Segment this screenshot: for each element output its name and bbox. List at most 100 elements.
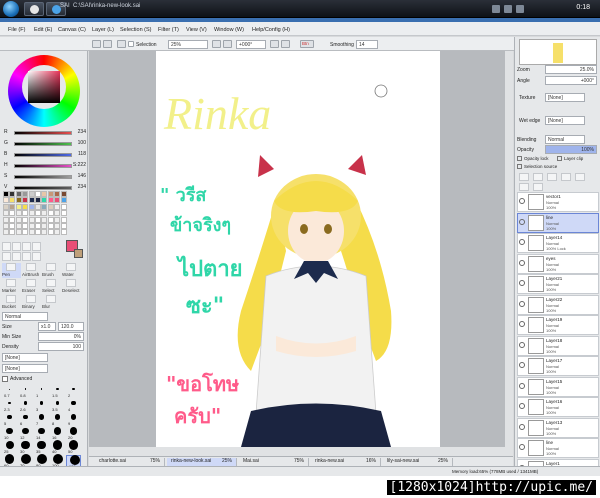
tool-blur[interactable]: Blur (42, 295, 61, 310)
layer-row[interactable]: Layer13 Normal 100% (517, 417, 599, 438)
layer-visibility-icon[interactable] (519, 403, 525, 409)
color-swatch[interactable] (9, 216, 16, 223)
zoom-in-button[interactable] (223, 40, 232, 48)
color-sv-square[interactable] (28, 71, 60, 103)
color-swatch[interactable] (3, 229, 9, 236)
color-swatch[interactable] (41, 229, 48, 236)
color-swatch[interactable] (9, 203, 16, 210)
color-swatch[interactable] (35, 203, 41, 210)
color-swatch[interactable] (9, 191, 16, 197)
color-swatch[interactable] (28, 191, 35, 197)
brush-size-8[interactable]: 8 (50, 413, 65, 426)
color-slider-b[interactable]: B 118 (4, 151, 86, 158)
color-swatch[interactable] (22, 191, 29, 197)
color-slider-track[interactable] (14, 186, 72, 190)
layer-visibility-icon[interactable] (519, 362, 525, 368)
color-swatch[interactable] (35, 210, 41, 217)
delete-layer-icon[interactable] (533, 183, 543, 191)
layer-row[interactable]: Layer15 Normal 100% (517, 376, 599, 397)
canvas[interactable]: Rinka " วรีส ข้าจริงๆ ไปตาย ซะ" "ขอโทษ ค… (156, 51, 440, 447)
advanced-checkbox[interactable] (2, 376, 8, 382)
brush-size-9[interactable]: 9 (66, 413, 81, 426)
layer-row[interactable]: Layer14 Normal 100% Lock (517, 233, 599, 253)
color-swatch[interactable] (35, 223, 41, 229)
opacity-lock-checkbox[interactable] (517, 156, 522, 161)
color-swatch[interactable] (15, 210, 22, 217)
color-swatch[interactable] (35, 197, 41, 204)
blending-select[interactable]: Normal (545, 135, 585, 144)
layer-row[interactable]: Layer21 Normal 100% (517, 274, 599, 294)
brush-size-0.8[interactable]: 0.8 (18, 385, 33, 398)
brush-size-20[interactable]: 20 (66, 427, 81, 440)
tool-eraser[interactable]: Eraser (22, 279, 41, 294)
color-swatch[interactable] (15, 223, 22, 229)
color-swatch[interactable] (47, 223, 54, 229)
layer-visibility-icon[interactable] (519, 444, 525, 450)
rotate-right-button[interactable] (281, 40, 290, 48)
color-swatch[interactable] (54, 210, 61, 217)
opacity-slider[interactable]: 100% (545, 145, 597, 154)
color-swatch[interactable] (28, 210, 35, 217)
layer-visibility-icon[interactable] (519, 423, 525, 430)
select-rect-icon[interactable] (2, 242, 11, 251)
color-swatch[interactable] (60, 216, 67, 223)
brush-size-2[interactable]: 2 (66, 385, 81, 398)
brush-size-35[interactable]: 35 (34, 440, 49, 454)
color-swatch[interactable] (28, 203, 35, 210)
network-icon[interactable] (492, 5, 500, 13)
color-swatch[interactable] (41, 223, 48, 229)
color-swatch[interactable] (22, 197, 29, 204)
layer-row[interactable]: eyes Normal 100% (517, 253, 599, 274)
navigator-preview[interactable] (519, 39, 597, 65)
move-icon[interactable] (32, 242, 41, 251)
wet-edge-select[interactable]: [None] (545, 116, 585, 125)
angle-field[interactable]: +000° (236, 40, 266, 49)
layer-visibility-icon[interactable] (519, 382, 525, 389)
menu-selection[interactable]: Selection (S) (120, 27, 152, 33)
color-swatch[interactable] (60, 223, 67, 229)
zoom-field[interactable]: 25% (168, 40, 208, 49)
color-swatch[interactable] (35, 191, 41, 197)
layer-row[interactable]: line Normal 100% (517, 438, 599, 458)
color-swatch[interactable] (3, 216, 9, 223)
document-tab[interactable]: rinka-new.sai 16% (311, 458, 381, 466)
canvas-area[interactable]: Rinka " วรีส ข้าจริงๆ ไปตาย ซะ" "ขอโทษ ค… (89, 51, 513, 456)
start-orb-icon[interactable] (3, 1, 19, 17)
magic-wand-icon[interactable] (22, 242, 31, 251)
size-mult-field[interactable]: x1.0 (38, 322, 56, 331)
canvas-vscrollbar[interactable] (505, 51, 513, 447)
tool-water[interactable]: Water (62, 263, 81, 278)
nav-angle-field[interactable]: +000° (545, 76, 597, 85)
color-swatch[interactable] (54, 203, 61, 210)
layer-row[interactable]: line Normal 100% (517, 212, 599, 233)
document-tab[interactable]: rinka-new-look.sai 25% (167, 458, 237, 466)
menu-file[interactable]: File (F) (8, 27, 25, 33)
menu-edit[interactable]: Edit (E) (34, 27, 52, 33)
layer-visibility-icon[interactable] (519, 280, 525, 286)
min-size-field[interactable]: 0% (38, 332, 84, 341)
color-swatch[interactable] (9, 197, 16, 204)
secondary-color-swatch[interactable] (74, 249, 83, 258)
color-slider-track[interactable] (14, 164, 72, 168)
layer-row[interactable]: Layer19 Normal 100% (517, 315, 599, 335)
brush-size-7[interactable]: 7 (34, 413, 49, 426)
color-swatch[interactable] (9, 223, 16, 229)
color-slider-h[interactable]: H S:222 (4, 162, 86, 169)
selection-source-checkbox[interactable] (517, 164, 522, 169)
brush-size-50[interactable]: 50 (66, 440, 81, 454)
menu-help[interactable]: Help/Config (H) (252, 27, 290, 33)
color-swatch[interactable] (28, 197, 35, 204)
layer-row[interactable]: Layer16 Normal 100% (517, 397, 599, 417)
color-swatch[interactable] (54, 197, 61, 204)
tool-bucket[interactable]: Bucket (2, 295, 21, 310)
color-swatch[interactable] (47, 203, 54, 210)
clear-layer-icon[interactable] (519, 183, 529, 191)
color-swatch[interactable] (41, 197, 48, 204)
tool-brush[interactable]: Brush (42, 263, 61, 278)
brush-shape-select[interactable]: [None] (2, 353, 48, 362)
brush-size-3.5[interactable]: 3.5 (50, 399, 65, 412)
color-swatch[interactable] (54, 223, 61, 229)
rotate-left-button[interactable] (270, 40, 279, 48)
brush-size-14[interactable]: 14 (34, 427, 49, 440)
color-swatch[interactable] (54, 229, 61, 236)
